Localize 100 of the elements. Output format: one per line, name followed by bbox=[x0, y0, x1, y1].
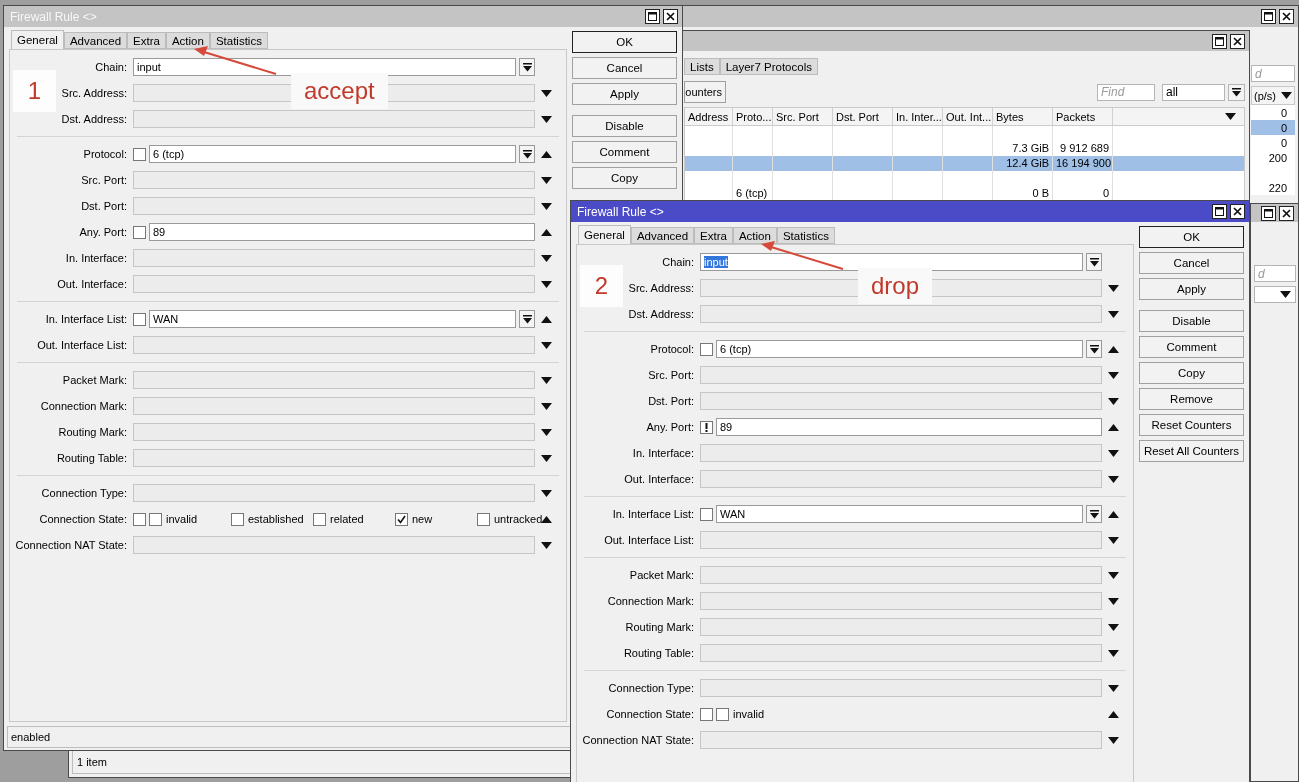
down-arrow-icon[interactable] bbox=[541, 489, 552, 497]
input-field[interactable] bbox=[133, 171, 535, 189]
input-field[interactable] bbox=[133, 397, 535, 415]
input-field[interactable]: 6 (tcp) bbox=[149, 145, 516, 163]
negate-checkbox[interactable] bbox=[700, 342, 713, 356]
input-field[interactable] bbox=[700, 731, 1102, 749]
up-arrow-icon[interactable] bbox=[541, 228, 552, 236]
input-field[interactable] bbox=[133, 536, 535, 554]
dropdown-button[interactable] bbox=[519, 310, 535, 328]
input-field[interactable]: 89 bbox=[716, 418, 1102, 436]
down-arrow-icon[interactable] bbox=[541, 115, 552, 123]
dialog-button[interactable]: Remove bbox=[1139, 388, 1244, 410]
checkbox[interactable] bbox=[231, 512, 244, 526]
close-button[interactable] bbox=[663, 9, 678, 24]
tab[interactable]: Extra bbox=[127, 32, 166, 49]
column-header[interactable]: Dst. Port bbox=[833, 108, 893, 125]
tab[interactable]: General bbox=[11, 30, 64, 49]
maximize-button[interactable] bbox=[1212, 204, 1227, 219]
input-field[interactable] bbox=[133, 449, 535, 467]
down-arrow-icon[interactable] bbox=[1281, 92, 1292, 99]
input-field[interactable] bbox=[133, 423, 535, 441]
down-arrow-icon[interactable] bbox=[1108, 649, 1119, 657]
dropdown-button[interactable] bbox=[1228, 83, 1245, 101]
column-header[interactable]: Src. Port bbox=[773, 108, 833, 125]
dialog-button[interactable]: Apply bbox=[1139, 278, 1244, 300]
down-arrow-icon[interactable] bbox=[1108, 597, 1119, 605]
column-header[interactable]: Out. Int... bbox=[943, 108, 993, 125]
down-arrow-icon[interactable] bbox=[1280, 291, 1291, 298]
up-arrow-icon[interactable] bbox=[541, 150, 552, 158]
input-field[interactable] bbox=[700, 679, 1102, 697]
down-arrow-icon[interactable] bbox=[541, 376, 552, 384]
dialog-button[interactable]: Comment bbox=[572, 141, 677, 163]
down-arrow-icon[interactable] bbox=[1108, 475, 1119, 483]
dropdown-button[interactable] bbox=[519, 145, 535, 163]
counters-button[interactable]: ounters bbox=[684, 81, 726, 103]
dialog-button[interactable]: Reset All Counters bbox=[1139, 440, 1244, 462]
dialog-button[interactable]: Copy bbox=[1139, 362, 1244, 384]
tab[interactable]: Lists bbox=[684, 58, 720, 75]
tab[interactable]: Statistics bbox=[776, 227, 835, 244]
negate-checkbox[interactable] bbox=[700, 420, 713, 434]
input-field[interactable] bbox=[700, 531, 1102, 549]
down-arrow-icon[interactable] bbox=[1108, 571, 1119, 579]
down-arrow-icon[interactable] bbox=[541, 454, 552, 462]
down-arrow-icon[interactable] bbox=[541, 254, 552, 262]
down-arrow-icon[interactable] bbox=[541, 541, 552, 549]
checkbox[interactable] bbox=[313, 512, 326, 526]
negate-checkbox[interactable] bbox=[133, 147, 146, 161]
dialog-button[interactable]: Cancel bbox=[1139, 252, 1244, 274]
up-arrow-icon[interactable] bbox=[1108, 345, 1119, 353]
input-field[interactable] bbox=[133, 197, 535, 215]
input-field[interactable] bbox=[700, 618, 1102, 636]
negate-checkbox[interactable] bbox=[700, 507, 713, 521]
tab[interactable]: Extra bbox=[694, 227, 733, 244]
tab[interactable]: Action bbox=[732, 227, 777, 244]
down-arrow-icon[interactable] bbox=[541, 176, 552, 184]
down-arrow-icon[interactable] bbox=[1108, 371, 1119, 379]
negate-checkbox[interactable] bbox=[700, 707, 713, 721]
down-arrow-icon[interactable] bbox=[1225, 113, 1236, 120]
dialog-button[interactable]: Apply bbox=[572, 83, 677, 105]
dropdown-field[interactable] bbox=[1254, 286, 1296, 303]
close-button[interactable] bbox=[1279, 205, 1294, 221]
negate-checkbox[interactable] bbox=[133, 225, 146, 239]
negate-checkbox[interactable] bbox=[133, 312, 146, 326]
close-button[interactable] bbox=[1230, 204, 1245, 219]
dialog-button[interactable]: Reset Counters bbox=[1139, 414, 1244, 436]
tab[interactable]: Statistics bbox=[209, 32, 268, 49]
input-field[interactable]: WAN bbox=[716, 505, 1083, 523]
column-header[interactable]: Bytes bbox=[993, 108, 1053, 125]
down-arrow-icon[interactable] bbox=[541, 341, 552, 349]
down-arrow-icon[interactable] bbox=[541, 280, 552, 288]
dialog-button[interactable]: Comment bbox=[1139, 336, 1244, 358]
input-field[interactable]: 6 (tcp) bbox=[716, 340, 1083, 358]
dialog-button[interactable]: OK bbox=[572, 31, 677, 53]
maximize-button[interactable] bbox=[1212, 33, 1227, 49]
checkbox[interactable] bbox=[149, 512, 162, 526]
tab[interactable]: Action bbox=[165, 32, 210, 49]
down-arrow-icon[interactable] bbox=[1108, 284, 1119, 292]
dropdown-button[interactable] bbox=[1086, 505, 1102, 523]
input-field[interactable] bbox=[700, 470, 1102, 488]
dialog-button[interactable]: Disable bbox=[572, 115, 677, 137]
input-field[interactable] bbox=[133, 249, 535, 267]
input-field[interactable] bbox=[133, 371, 535, 389]
down-arrow-icon[interactable] bbox=[1108, 397, 1119, 405]
maximize-button[interactable] bbox=[1261, 9, 1276, 24]
input-field[interactable]: 89 bbox=[149, 223, 535, 241]
selected-row[interactable]: 12.4 GiB 16 194 900 bbox=[685, 156, 1244, 171]
maximize-button[interactable] bbox=[1261, 205, 1276, 221]
input-field[interactable]: WAN bbox=[149, 310, 516, 328]
input-field[interactable]: input bbox=[133, 58, 516, 76]
tab[interactable]: Layer7 Protocols bbox=[719, 58, 818, 75]
dialog-button[interactable]: Copy bbox=[572, 167, 677, 189]
close-button[interactable] bbox=[1230, 33, 1245, 49]
down-arrow-icon[interactable] bbox=[541, 402, 552, 410]
down-arrow-icon[interactable] bbox=[1108, 684, 1119, 692]
negate-checkbox[interactable] bbox=[133, 512, 146, 526]
dialog-button[interactable]: OK bbox=[1139, 226, 1244, 248]
up-arrow-icon[interactable] bbox=[541, 315, 552, 323]
selected-row[interactable]: 0 bbox=[1251, 120, 1295, 135]
up-arrow-icon[interactable] bbox=[1108, 510, 1119, 518]
input-field[interactable] bbox=[700, 392, 1102, 410]
